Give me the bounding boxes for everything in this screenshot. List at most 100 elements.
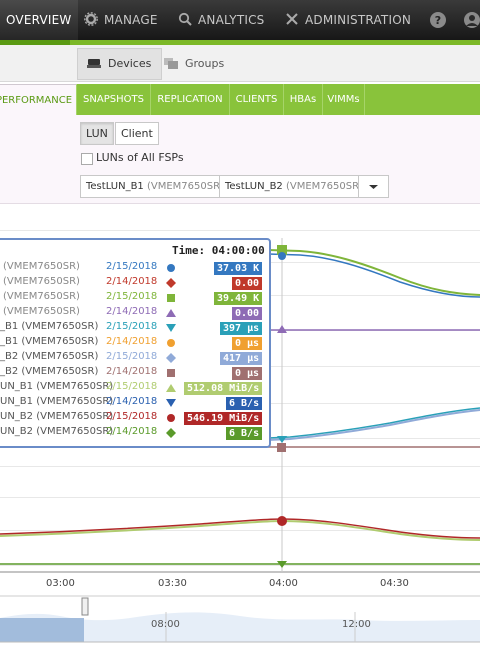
tooltip-value-badge: 397 μs xyxy=(220,322,263,335)
toggle-client[interactable]: Client xyxy=(115,122,159,145)
tooltip-series-name: _B2 (VMEM7650SR) xyxy=(0,366,99,377)
tab-clients[interactable]: CLIENTS xyxy=(230,84,284,115)
tooltip-row: UN_B1 (VMEM7650SR) 2/15/2018 512.08 MiB/s xyxy=(0,381,268,396)
tooltip-value-badge: 0 μs xyxy=(232,337,263,350)
tooltip-value-badge: 512.08 MiB/s xyxy=(184,382,263,395)
selected-lun-2-name: TestLUN_B2 xyxy=(225,181,283,192)
sub-tab-bar: Devices Groups xyxy=(0,45,480,82)
tooltip-date: 2/14/2018 xyxy=(106,366,158,377)
selected-lun-2[interactable]: TestLUN_B2 (VMEM7650SR) xyxy=(219,175,369,198)
series-marker xyxy=(277,516,287,526)
gear-icon xyxy=(84,12,98,26)
tooltip-time: Time: 04:00:00 xyxy=(172,244,265,257)
tooltip-value-badge: 37.03 K xyxy=(214,262,263,275)
tooltip-date: 2/15/2018 xyxy=(106,321,158,332)
diamond-marker-icon xyxy=(166,353,176,363)
square-marker-icon xyxy=(167,369,175,377)
top-navigation: OVERVIEW MANAGE ANALYTICS ADMINISTRATION… xyxy=(0,0,480,40)
tab-performance[interactable]: PERFORMANCE xyxy=(0,84,77,116)
series-marker xyxy=(277,443,286,452)
tooltip-date: 2/14/2018 xyxy=(106,306,158,317)
tab-vimms[interactable]: VIMMs xyxy=(323,84,365,115)
tooltip-series-name: (VMEM7650SR) xyxy=(3,306,80,317)
subtab-groups[interactable]: Groups xyxy=(154,48,235,80)
tooltip-value-badge: 0 μs xyxy=(232,367,263,380)
circle-marker-icon xyxy=(167,414,175,422)
triangle-marker-icon xyxy=(166,309,176,317)
groups-icon xyxy=(164,58,178,69)
selected-lun-1[interactable]: TestLUN_B1 (VMEM7650SR) xyxy=(80,175,230,198)
x-tick-label: 04:00 xyxy=(269,578,298,589)
tooltip-row: _B1 (VMEM7650SR) 2/15/2018 397 μs xyxy=(0,321,268,336)
tooltip-row: _B2 (VMEM7650SR) 2/14/2018 0 μs xyxy=(0,366,268,381)
nav-analytics-label: ANALYTICS xyxy=(198,13,265,27)
tooltip-value-badge: 0.00 xyxy=(232,307,263,320)
tooltip-row: UN_B2 (VMEM7650SR) 2/15/2018 546.19 MiB/s xyxy=(0,411,268,426)
tri-down-marker-icon xyxy=(166,324,176,332)
tooltip-row: (VMEM7650SR) 2/15/2018 37.03 K xyxy=(0,261,268,276)
selected-lun-1-name: TestLUN_B1 xyxy=(86,181,144,192)
series-line xyxy=(267,407,480,439)
user-icon[interactable] xyxy=(463,11,480,29)
lun-all-fsps-checkbox[interactable] xyxy=(81,153,93,165)
tooltip-series-name: UN_B1 (VMEM7650SR) xyxy=(0,381,114,392)
subtab-devices[interactable]: Devices xyxy=(77,48,163,80)
nav-overview-label: OVERVIEW xyxy=(6,13,72,27)
tooltip-date: 2/14/2018 xyxy=(106,426,158,437)
wrench-icon xyxy=(286,13,298,25)
tooltip-value-badge: 0.00 xyxy=(232,277,263,290)
tooltip-series-name: (VMEM7650SR) xyxy=(3,276,80,287)
tooltip-date: 2/15/2018 xyxy=(106,261,158,272)
tooltip-series-name: _B2 (VMEM7650SR) xyxy=(0,351,99,362)
tooltip-date: 2/15/2018 xyxy=(106,381,158,392)
tri-down-marker-icon xyxy=(166,399,176,407)
search-icon xyxy=(178,12,192,26)
tooltip-value-badge: 546.19 MiB/s xyxy=(184,412,263,425)
nav-administration-label: ADMINISTRATION xyxy=(305,13,412,27)
nav-analytics[interactable]: ANALYTICS xyxy=(178,0,264,40)
tooltip-row: _B1 (VMEM7650SR) 2/14/2018 0 μs xyxy=(0,336,268,351)
series-marker xyxy=(277,325,287,333)
tab-replication[interactable]: REPLICATION xyxy=(151,84,230,115)
tooltip-series-name: _B1 (VMEM7650SR) xyxy=(0,321,99,332)
navigator-selection xyxy=(0,618,84,642)
tooltip-series-name: _B1 (VMEM7650SR) xyxy=(0,336,99,347)
tooltip-date: 2/15/2018 xyxy=(106,291,158,302)
tooltip-value-badge: 6 B/s xyxy=(226,397,263,410)
tooltip-series-name: UN_B2 (VMEM7650SR) xyxy=(0,411,114,422)
tooltip-row: (VMEM7650SR) 2/15/2018 39.49 K xyxy=(0,291,268,306)
tooltip-series-name: (VMEM7650SR) xyxy=(3,291,80,302)
nav-overview[interactable]: OVERVIEW xyxy=(0,0,78,40)
navigator-handle[interactable] xyxy=(81,597,89,616)
tab-hbas[interactable]: HBAs xyxy=(284,84,323,115)
lun-all-fsps-label: LUNs of All FSPs xyxy=(96,151,184,164)
tooltip-row: (VMEM7650SR) 2/14/2018 0.00 xyxy=(0,306,268,321)
nav-administration[interactable]: ADMINISTRATION xyxy=(285,0,411,40)
tooltip-series-name: UN_B1 (VMEM7650SR) xyxy=(0,396,114,407)
device-icon xyxy=(87,59,101,68)
tooltip-value-badge: 39.49 K xyxy=(214,292,263,305)
series-marker xyxy=(278,252,286,260)
tooltip-row: (VMEM7650SR) 2/14/2018 0.00 xyxy=(0,276,268,291)
selected-lun-2-host: (VMEM7650SR) xyxy=(285,181,363,192)
navigator-tick-label: 12:00 xyxy=(342,619,371,630)
x-tick-label: 04:30 xyxy=(380,578,409,589)
tooltip-series-name: UN_B2 (VMEM7650SR) xyxy=(0,426,114,437)
tooltip-date: 2/15/2018 xyxy=(106,351,158,362)
tab-snapshots[interactable]: SNAPSHOTS xyxy=(77,84,151,115)
toggle-lun[interactable]: LUN xyxy=(80,122,114,145)
diamond-marker-icon xyxy=(166,428,176,438)
tooltip-row: _B2 (VMEM7650SR) 2/15/2018 417 μs xyxy=(0,351,268,366)
tooltip-date: 2/15/2018 xyxy=(106,411,158,422)
chevron-down-icon xyxy=(369,185,378,189)
circle-marker-icon xyxy=(167,339,175,347)
selected-lun-1-host: (VMEM7650SR) xyxy=(146,181,224,192)
tooltip-value-badge: 6 B/s xyxy=(226,427,263,440)
lun-dropdown-button[interactable] xyxy=(358,175,389,198)
nav-manage-label: MANAGE xyxy=(104,13,158,27)
triangle-marker-icon xyxy=(166,384,176,392)
tooltip-row: UN_B2 (VMEM7650SR) 2/14/2018 6 B/s xyxy=(0,426,268,441)
diamond-marker-icon xyxy=(166,278,176,288)
nav-manage[interactable]: MANAGE xyxy=(84,0,158,40)
help-icon[interactable]: ? xyxy=(429,11,447,29)
